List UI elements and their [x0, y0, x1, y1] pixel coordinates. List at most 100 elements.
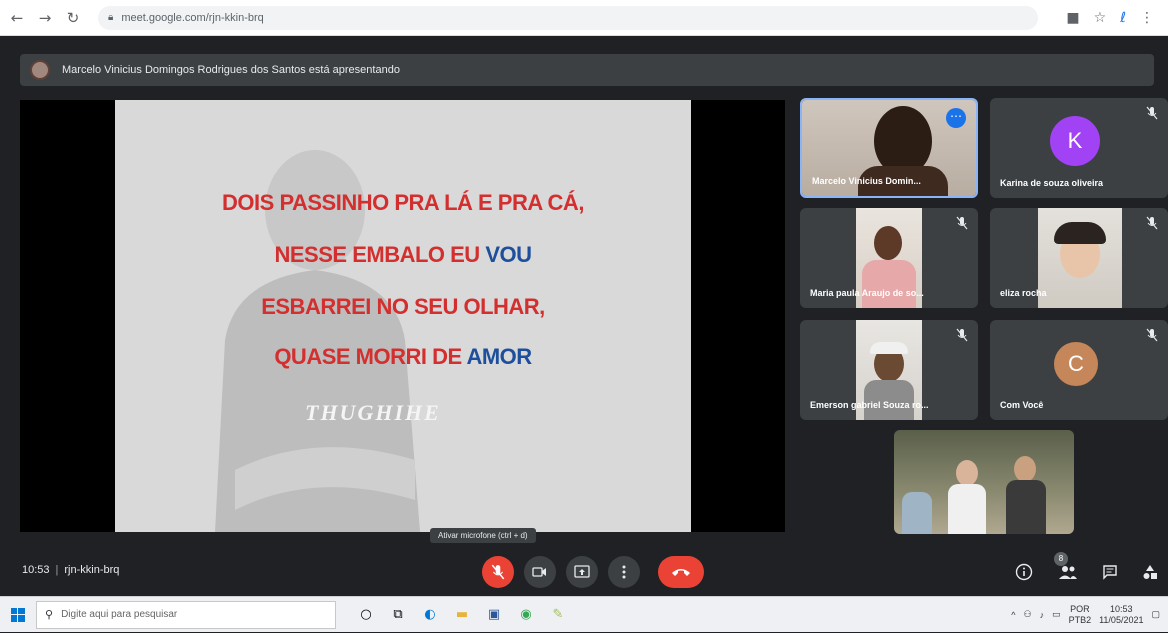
volume-icon[interactable]: ♪ [1040, 610, 1045, 620]
chrome-icon[interactable]: ◉ [510, 599, 542, 631]
lyric-line: QUASE MORRI DE AMOR [115, 344, 691, 370]
people-button[interactable]: 8 [1054, 552, 1080, 584]
lyric-fragment: NESSE EMBALO EU [274, 242, 486, 267]
presented-slide: DOIS PASSINHO PRA LÁ E PRA CÁ, NESSE EMBA… [115, 100, 691, 532]
battery-icon[interactable]: ▭ [1052, 609, 1061, 620]
leave-call-button[interactable] [658, 556, 704, 588]
presenter-avatar [30, 60, 50, 80]
meeting-time: 10:53 [22, 564, 50, 576]
people-count-badge: 8 [1054, 552, 1068, 566]
present-now-button[interactable] [566, 556, 598, 588]
more-options-icon[interactable]: ⋯ [946, 108, 966, 128]
meeting-details-button[interactable] [1012, 560, 1036, 584]
edge-icon[interactable]: ◐ [414, 599, 446, 631]
forward-icon[interactable]: → [34, 7, 56, 29]
paint-icon[interactable]: ✎ [542, 599, 574, 631]
mic-muted-icon [956, 216, 968, 230]
meet-window: Marcelo Vinicius Domingos Rodrigues dos … [8, 36, 1168, 596]
word-icon[interactable]: ▣ [478, 599, 510, 631]
participant-tile-emerson[interactable]: Emerson gabriel Souza ro... [800, 320, 978, 420]
camera-off-icon [532, 567, 546, 577]
lyric-line: NESSE EMBALO EU VOU [115, 242, 691, 268]
participant-tile-karina[interactable]: K Karina de souza oliveira [990, 98, 1168, 198]
lyric-fragment: ESBARREI NO SEU OLHAR, [261, 294, 545, 319]
participant-name: Karina de souza oliveira [1000, 178, 1104, 188]
windows-taskbar: ⚲ Digite aqui para pesquisar ○ ⧉ ◐ ▬ ▣ ◉… [0, 596, 1168, 632]
presenter-banner-text: Marcelo Vinicius Domingos Rodrigues dos … [62, 64, 400, 76]
back-icon[interactable]: ← [6, 7, 28, 29]
taskbar-clock[interactable]: 10:53 11/05/2021 [1099, 604, 1143, 626]
taskbar-search-placeholder: Digite aqui para pesquisar [61, 609, 178, 620]
reload-icon[interactable]: ↻ [62, 7, 84, 29]
chat-button[interactable] [1098, 560, 1122, 584]
lyric-fragment: QUASE MORRI DE [274, 344, 467, 369]
bookmark-star-icon[interactable]: ☆ [1094, 10, 1107, 26]
presentation-stage[interactable]: DOIS PASSINHO PRA LÁ E PRA CÁ, NESSE EMBA… [20, 100, 785, 532]
taskbar-search[interactable]: ⚲ Digite aqui para pesquisar [36, 600, 336, 629]
browser-menu-icon[interactable]: ⋮ [1140, 10, 1154, 26]
lang-bottom: PTB2 [1068, 614, 1092, 625]
vertical-dots-icon [622, 565, 626, 579]
presenter-banner: Marcelo Vinicius Domingos Rodrigues dos … [20, 54, 1154, 86]
group-person [956, 460, 978, 486]
tray-expand-icon[interactable]: ^ [1011, 610, 1015, 620]
language-indicator[interactable]: POR PTB2 [1069, 604, 1092, 626]
chat-icon [1103, 565, 1117, 580]
notifications-icon[interactable]: ▢ [1151, 609, 1160, 620]
clock-date: 11/05/2021 [1099, 614, 1144, 625]
file-explorer-icon[interactable]: ▬ [446, 599, 478, 631]
participant-video [1038, 208, 1122, 308]
lang-top: POR [1070, 603, 1090, 614]
present-screen-icon [574, 565, 590, 578]
camera-toggle-button[interactable] [524, 556, 556, 588]
lyric-fragment: AMOR [466, 344, 532, 369]
participant-avatar: C [1054, 342, 1098, 386]
participant-tile-eliza[interactable]: eliza rocha [990, 208, 1168, 308]
participant-tile-marcelo[interactable]: ⋯ Marcelo Vinicius Domin... [800, 98, 978, 198]
search-icon: ⚲ [45, 608, 54, 621]
mic-toggle-button[interactable] [482, 556, 514, 588]
mic-off-icon [491, 564, 505, 580]
people-icon [1059, 566, 1077, 579]
meeting-code: rjn-kkin-brq [64, 564, 120, 576]
participant-name: Emerson gabriel Souza ro... [810, 400, 929, 410]
lock-icon: 🔒︎ [108, 12, 114, 23]
participant-name: eliza rocha [1000, 288, 1047, 298]
group-person [1014, 456, 1036, 482]
mic-muted-icon [956, 328, 968, 342]
start-button[interactable] [0, 597, 36, 633]
hang-up-icon [672, 569, 690, 576]
task-view-icon[interactable]: ⧉ [382, 599, 414, 631]
info-icon [1015, 563, 1033, 581]
more-options-button[interactable] [608, 556, 640, 588]
mic-muted-icon [1146, 328, 1158, 342]
mic-muted-icon [1146, 216, 1158, 230]
camera-indicator-icon[interactable]: ■ [1066, 10, 1079, 26]
participant-tile-maria[interactable]: Maria paula Araujo de so... [800, 208, 978, 308]
url-text: meet.google.com/rjn-kkin-brq [121, 11, 264, 24]
windows-logo-icon [11, 607, 25, 622]
participant-name: Maria paula Araujo de so... [810, 288, 924, 298]
cortana-icon[interactable]: ○ [350, 599, 382, 631]
mic-tooltip: Ativar microfone (ctrl + d) [430, 528, 536, 543]
participant-name: Com Você [1000, 400, 1044, 410]
meeting-info-separator: | [55, 564, 59, 576]
extension-icon[interactable]: ℓ [1120, 10, 1126, 26]
mic-muted-icon [1146, 106, 1158, 120]
lyric-line: DOIS PASSINHO PRA LÁ E PRA CÁ, [115, 190, 691, 216]
lyric-fragment: VOU [485, 242, 532, 267]
shirt-text: THUGHIHE [305, 400, 441, 425]
system-tray: ^ ⚇ ♪ ▭ POR PTB2 10:53 11/05/2021 ▢ [1011, 604, 1168, 626]
participant-name: Marcelo Vinicius Domin... [812, 176, 921, 186]
lyric-fragment: DOIS PASSINHO PRA LÁ E PRA CÁ, [222, 190, 584, 215]
group-video-tile[interactable] [894, 430, 1074, 534]
activities-icon [1143, 565, 1157, 579]
lyric-line: ESBARREI NO SEU OLHAR, [115, 294, 691, 320]
clock-time: 10:53 [1110, 603, 1133, 614]
address-bar[interactable]: 🔒︎ meet.google.com/rjn-kkin-brq [98, 5, 1038, 30]
network-icon[interactable]: ⚇ [1023, 609, 1031, 620]
participant-tile-self[interactable]: C Com Você [990, 320, 1168, 420]
activities-button[interactable] [1138, 560, 1162, 584]
participant-avatar: K [1050, 116, 1100, 166]
meeting-info: 10:53 | rjn-kkin-brq [22, 564, 119, 576]
